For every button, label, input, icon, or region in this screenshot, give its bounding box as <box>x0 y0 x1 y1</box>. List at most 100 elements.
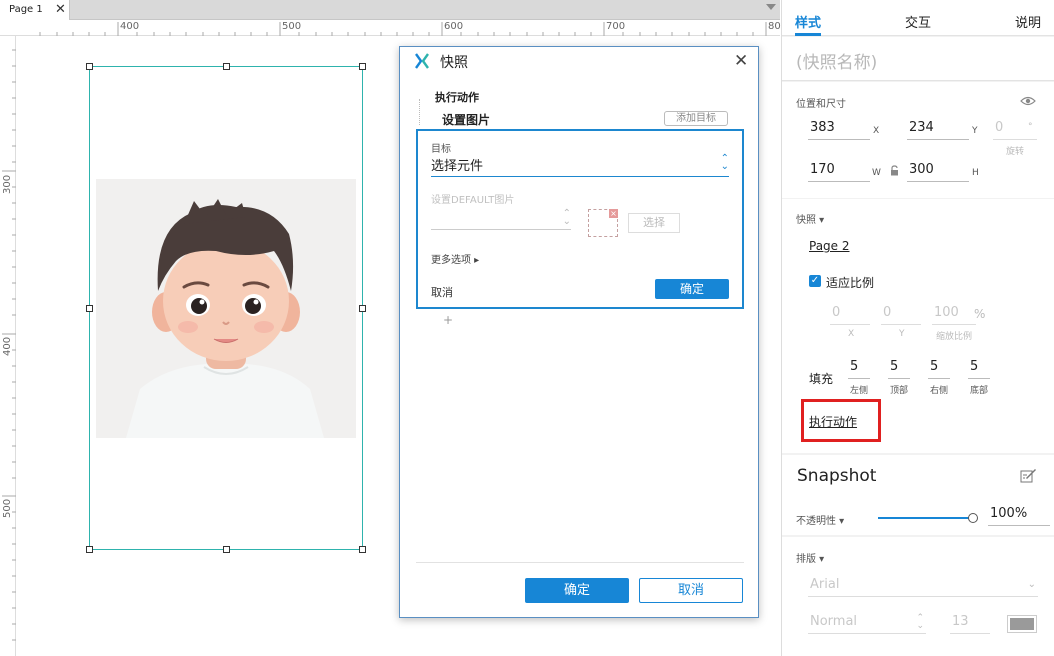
cancel-link[interactable]: 取消 <box>431 284 453 300</box>
chevron-down-icon: ⌄ <box>1027 579 1036 590</box>
snapshot-action-dialog: 快照 ✕ 执行动作 设置图片 添加目标 目标 选择元件 ⌃ ⌄ 设置DEFAULT… <box>399 46 759 618</box>
resize-handle[interactable] <box>359 546 366 553</box>
rotation-label: 旋转 <box>1006 147 1025 157</box>
lock-icon[interactable] <box>890 165 899 176</box>
select-arrows-icon: ⌃ ⌄ <box>562 208 571 227</box>
padding-label: 填充 <box>809 372 834 386</box>
x-unit: X <box>873 126 880 136</box>
dialog-title: 快照 <box>440 55 468 71</box>
page-link[interactable]: Page 2 <box>809 239 850 253</box>
font-size-field[interactable]: 13 <box>950 614 990 634</box>
width-field[interactable]: 170 <box>808 162 870 182</box>
x-field[interactable]: 383 <box>808 120 870 140</box>
snapshot-widget-selection[interactable] <box>86 63 366 553</box>
ruler-label: 400 <box>120 21 140 32</box>
offset-y-unit: Y <box>899 329 905 339</box>
position-size-section: 位置和尺寸 383 X 234 Y 0 ° 旋转 170 W 300 H <box>782 82 1054 198</box>
padding-right-field[interactable]: 5 <box>928 359 950 379</box>
page-tab[interactable]: Page 1 ✕ <box>0 0 70 20</box>
offset-y-field[interactable]: 0 <box>881 305 921 325</box>
fit-checkbox-label: 适应比例 <box>826 276 875 290</box>
select-arrows-icon: ⌃ ⌄ <box>916 613 924 631</box>
perform-action-link[interactable]: 执行动作 <box>809 413 857 430</box>
scale-field[interactable]: 100 <box>932 305 976 325</box>
padding-top-field[interactable]: 5 <box>888 359 910 379</box>
ruler-label: 500 <box>2 498 13 518</box>
close-tab-icon[interactable]: ✕ <box>55 0 66 20</box>
active-tab-indicator <box>795 33 821 36</box>
resize-handle[interactable] <box>223 546 230 553</box>
eye-icon[interactable] <box>1020 96 1036 106</box>
tab-interactions[interactable]: 交互 <box>905 12 931 31</box>
inspector-tabs: 样式 交互 说明 <box>782 0 1054 36</box>
resize-handle[interactable] <box>86 63 93 70</box>
ruler-label: 300 <box>2 174 13 194</box>
fit-checkbox[interactable]: ✓ <box>809 275 821 287</box>
horizontal-ruler: 400 500 600 700 80 <box>0 20 781 36</box>
target-config-panel: 目标 选择元件 ⌃ ⌄ 设置DEFAULT图片 ⌃ ⌄ × 选择 更多选项 ▸ 取消… <box>416 129 744 309</box>
default-image-select[interactable]: ⌃ ⌄ <box>431 208 571 230</box>
tab-style[interactable]: 样式 <box>795 12 821 31</box>
padding-left-label: 左侧 <box>850 386 869 396</box>
confirm-target-button[interactable]: 确定 <box>655 279 729 299</box>
rotation-unit: ° <box>1028 122 1033 132</box>
ruler-label: 500 <box>282 21 302 32</box>
more-options-toggle[interactable]: 更多选项 ▸ <box>431 251 479 266</box>
edit-style-icon[interactable] <box>1020 468 1037 483</box>
close-icon[interactable]: ✕ <box>734 51 748 71</box>
snapshot-name-field[interactable]: (快照名称) <box>782 37 1054 81</box>
add-target-button[interactable]: 添加目标 <box>664 111 728 126</box>
vertical-ruler: 300 400 500 <box>0 36 16 656</box>
tab-menu-icon[interactable] <box>766 4 776 10</box>
tab-notes[interactable]: 说明 <box>1015 12 1041 31</box>
offset-x-field[interactable]: 0 <box>830 305 870 325</box>
remove-image-icon[interactable]: × <box>609 209 618 218</box>
resize-handle[interactable] <box>223 63 230 70</box>
image-placeholder-icon: × <box>588 209 618 237</box>
font-family-value: Arial <box>810 577 840 592</box>
typography-label[interactable]: 排版 ▾ <box>796 550 824 565</box>
padding-top-label: 顶部 <box>890 386 909 396</box>
snapshot-label[interactable]: 快照 ▾ <box>796 211 824 226</box>
ruler-label: 700 <box>606 21 626 32</box>
resize-handle[interactable] <box>359 305 366 312</box>
opacity-slider-track[interactable] <box>878 517 972 519</box>
ruler-label: 600 <box>444 21 464 32</box>
ok-button[interactable]: 确定 <box>525 578 629 603</box>
default-image-label: 设置DEFAULT图片 <box>431 195 515 206</box>
target-select[interactable]: 选择元件 ⌃ ⌄ <box>431 154 729 177</box>
action-header: 执行动作 <box>435 91 479 104</box>
y-unit: Y <box>972 126 978 136</box>
page-tab-label: Page 1 <box>9 4 43 15</box>
scale-label: 缩放比例 <box>936 332 973 342</box>
y-field[interactable]: 234 <box>907 120 969 140</box>
height-field[interactable]: 300 <box>907 162 969 182</box>
font-weight-select[interactable]: Normal ⌃ ⌄ <box>808 614 926 634</box>
offset-x-unit: X <box>848 329 855 339</box>
axure-logo-icon <box>415 53 429 69</box>
inspector-panel: 样式 交互 说明 (快照名称) 位置和尺寸 383 X 234 Y 0 ° 旋转… <box>781 0 1054 656</box>
action-set-image[interactable]: 设置图片 <box>442 111 490 128</box>
choose-image-button[interactable]: 选择 <box>628 213 680 233</box>
cancel-button[interactable]: 取消 <box>639 578 743 603</box>
resize-handle[interactable] <box>86 305 93 312</box>
font-color-swatch[interactable] <box>1007 615 1037 633</box>
scale-unit: % <box>974 307 986 321</box>
opacity-field[interactable]: 100% <box>988 506 1050 526</box>
position-size-label: 位置和尺寸 <box>796 99 846 110</box>
w-unit: W <box>872 168 881 178</box>
resize-handle[interactable] <box>86 546 93 553</box>
target-label: 目标 <box>431 144 451 155</box>
target-select-value: 选择元件 <box>431 159 484 174</box>
opacity-label[interactable]: 不透明性 ▾ <box>796 512 844 527</box>
document-tab-bar: Page 1 ✕ <box>0 0 780 20</box>
padding-bottom-field[interactable]: 5 <box>968 359 990 379</box>
resize-handle[interactable] <box>359 63 366 70</box>
padding-left-field[interactable]: 5 <box>848 359 870 379</box>
padding-bottom-label: 底部 <box>970 386 989 396</box>
typography-section: 排版 ▾ Arial ⌄ Normal ⌃ ⌄ 13 <box>782 537 1054 656</box>
opacity-slider-handle[interactable] <box>968 513 978 523</box>
padding-right-label: 右侧 <box>930 386 949 396</box>
font-family-select[interactable]: Arial ⌄ <box>808 577 1038 597</box>
add-action-icon[interactable]: + <box>443 313 453 327</box>
